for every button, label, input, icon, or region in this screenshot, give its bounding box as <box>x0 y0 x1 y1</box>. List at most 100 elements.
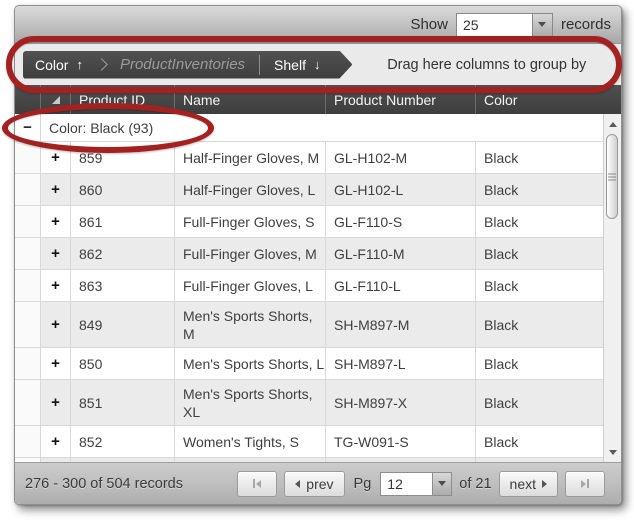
cell-color: Black <box>476 238 603 269</box>
expand-row-button[interactable]: + <box>41 302 71 347</box>
cell-color: Black <box>476 426 603 457</box>
cell-name: Half-Finger Gloves, L <box>175 174 326 205</box>
scrollbar-thumb[interactable] <box>606 134 618 219</box>
vertical-scrollbar[interactable] <box>603 114 621 462</box>
expand-row-button[interactable]: + <box>41 348 71 379</box>
row-indent-cell <box>15 206 41 237</box>
cell-product-id: 859 <box>71 142 175 173</box>
page-size-dropdown-button[interactable] <box>532 13 553 37</box>
column-header-name[interactable]: Name <box>175 85 326 114</box>
cell-name-text: Full-Finger Gloves, L <box>183 277 313 295</box>
cell-name-text: Full-Finger Gloves, S <box>183 213 314 231</box>
page-size-input[interactable] <box>456 13 532 37</box>
cell-name: Women's Tights, S <box>175 426 326 457</box>
expand-row-button[interactable]: + <box>41 174 71 205</box>
table-row[interactable]: + 851 Men's Sports Shorts, XL SH-M897-X … <box>15 380 603 426</box>
cell-color: Black <box>476 174 603 205</box>
cell-name <box>175 458 326 462</box>
triangle-left-icon <box>295 480 300 488</box>
prev-page-button[interactable]: prev <box>284 471 344 497</box>
pager-bar: 276 - 300 of 504 records prev Pg of 21 n… <box>15 462 621 504</box>
sort-descending-icon[interactable]: ↓ <box>314 57 333 72</box>
cell-name-text: Half-Finger Gloves, L <box>183 181 315 199</box>
column-header-row: Product ID Name Product Number Color <box>15 85 621 114</box>
cell-product-number: GL-F110-M <box>326 238 476 269</box>
last-page-icon <box>581 479 589 488</box>
show-label: Show <box>410 16 448 33</box>
table-row[interactable]: + 849 Men's Sports Shorts, M SH-M897-M B… <box>15 302 603 348</box>
column-header-product-number[interactable]: Product Number <box>326 85 476 114</box>
table-row[interactable]: + 852 Women's Tights, S TG-W091-S Black <box>15 426 603 458</box>
cell-product-number: TG-W091-S <box>326 426 476 457</box>
cell-name-text: Half-Finger Gloves, M <box>183 149 319 167</box>
group-chip-color[interactable]: Color <box>23 57 76 73</box>
triangle-right-icon <box>542 480 547 488</box>
cell-name-text: Men's Sports Shorts, L <box>183 355 324 373</box>
group-chip-shelf[interactable]: Shelf <box>262 57 314 73</box>
next-page-button[interactable]: next <box>499 471 558 497</box>
chevron-down-icon <box>538 22 546 27</box>
first-page-icon <box>253 479 261 488</box>
cell-name: Men's Sports Shorts, XL <box>175 380 326 425</box>
data-grid-window: Show records Color ↑ ProductInventories … <box>14 5 622 505</box>
row-indent-cell <box>15 458 41 462</box>
cell-product-number: GL-F110-L <box>326 270 476 301</box>
table-row[interactable]: + 862 Full-Finger Gloves, M GL-F110-M Bl… <box>15 238 603 270</box>
table-row[interactable]: + 850 Men's Sports Shorts, L SH-M897-L B… <box>15 348 603 380</box>
cell-name-text: Men's Sports Shorts, M <box>183 307 317 343</box>
grip-icon <box>608 173 616 180</box>
collapse-group-button[interactable]: − <box>15 114 41 141</box>
cell-product-number: GL-H102-M <box>326 142 476 173</box>
row-indent-cell <box>15 174 41 205</box>
cell-color: Black <box>476 380 603 425</box>
cell-product-id: 863 <box>71 270 175 301</box>
table-name-label: ProductInventories <box>108 56 259 73</box>
expand-row-button[interactable]: + <box>41 206 71 237</box>
cell-product-id: 860 <box>71 174 175 205</box>
group-breadcrumb: Color ↑ ProductInventories Shelf ↓ <box>23 51 352 79</box>
table-row-partial <box>15 458 603 462</box>
cell-product-number <box>326 458 476 462</box>
page-number-input[interactable] <box>380 472 432 496</box>
drag-columns-hint: Drag here columns to group by <box>352 57 621 73</box>
last-page-button[interactable] <box>565 471 605 497</box>
table-row[interactable]: + 863 Full-Finger Gloves, L GL-F110-L Bl… <box>15 270 603 302</box>
column-header-product-id[interactable]: Product ID <box>71 85 175 114</box>
cell-product-id: 850 <box>71 348 175 379</box>
cell-product-number: SH-M897-M <box>326 302 476 347</box>
expand-row-button[interactable]: + <box>41 270 71 301</box>
row-indent-cell <box>15 302 41 347</box>
scroll-down-button[interactable] <box>604 444 621 460</box>
cell-color: Black <box>476 348 603 379</box>
column-header-color[interactable]: Color <box>476 85 621 114</box>
corner-triangle-icon <box>52 96 60 104</box>
first-page-button[interactable] <box>237 471 277 497</box>
cell-name: Men's Sports Shorts, L <box>175 348 326 379</box>
page-size-combobox <box>456 13 553 37</box>
records-label: records <box>561 16 611 33</box>
cell-name-text: Men's Sports Shorts, XL <box>183 385 317 421</box>
table-row[interactable]: + 859 Half-Finger Gloves, M GL-H102-M Bl… <box>15 142 603 174</box>
row-indent-cell <box>15 142 41 173</box>
sort-ascending-icon[interactable]: ↑ <box>76 57 95 72</box>
table-row[interactable]: + 861 Full-Finger Gloves, S GL-F110-S Bl… <box>15 206 603 238</box>
records-status: 276 - 300 of 504 records <box>25 476 237 492</box>
cell-name: Full-Finger Gloves, S <box>175 206 326 237</box>
page-number-dropdown-button[interactable] <box>432 472 452 496</box>
expand-row-button[interactable]: + <box>41 142 71 173</box>
cell-product-id: 861 <box>71 206 175 237</box>
expand-row-button[interactable]: + <box>41 238 71 269</box>
cell-name: Full-Finger Gloves, M <box>175 238 326 269</box>
chevron-right-icon <box>95 58 108 71</box>
header-expand-cell[interactable] <box>41 85 71 114</box>
table-row[interactable]: + 860 Half-Finger Gloves, L GL-H102-L Bl… <box>15 174 603 206</box>
cell-name-text: Women's Tights, S <box>183 433 299 451</box>
triangle-down-icon <box>609 450 617 455</box>
group-row-color-black: − Color: Black (93) <box>15 114 603 142</box>
pg-label: Pg <box>354 476 372 492</box>
expand-row-button[interactable]: + <box>41 380 71 425</box>
cell-product-id: 851 <box>71 380 175 425</box>
scroll-up-button[interactable] <box>604 116 621 132</box>
expand-row-button[interactable]: + <box>41 426 71 457</box>
cell-color: Black <box>476 206 603 237</box>
